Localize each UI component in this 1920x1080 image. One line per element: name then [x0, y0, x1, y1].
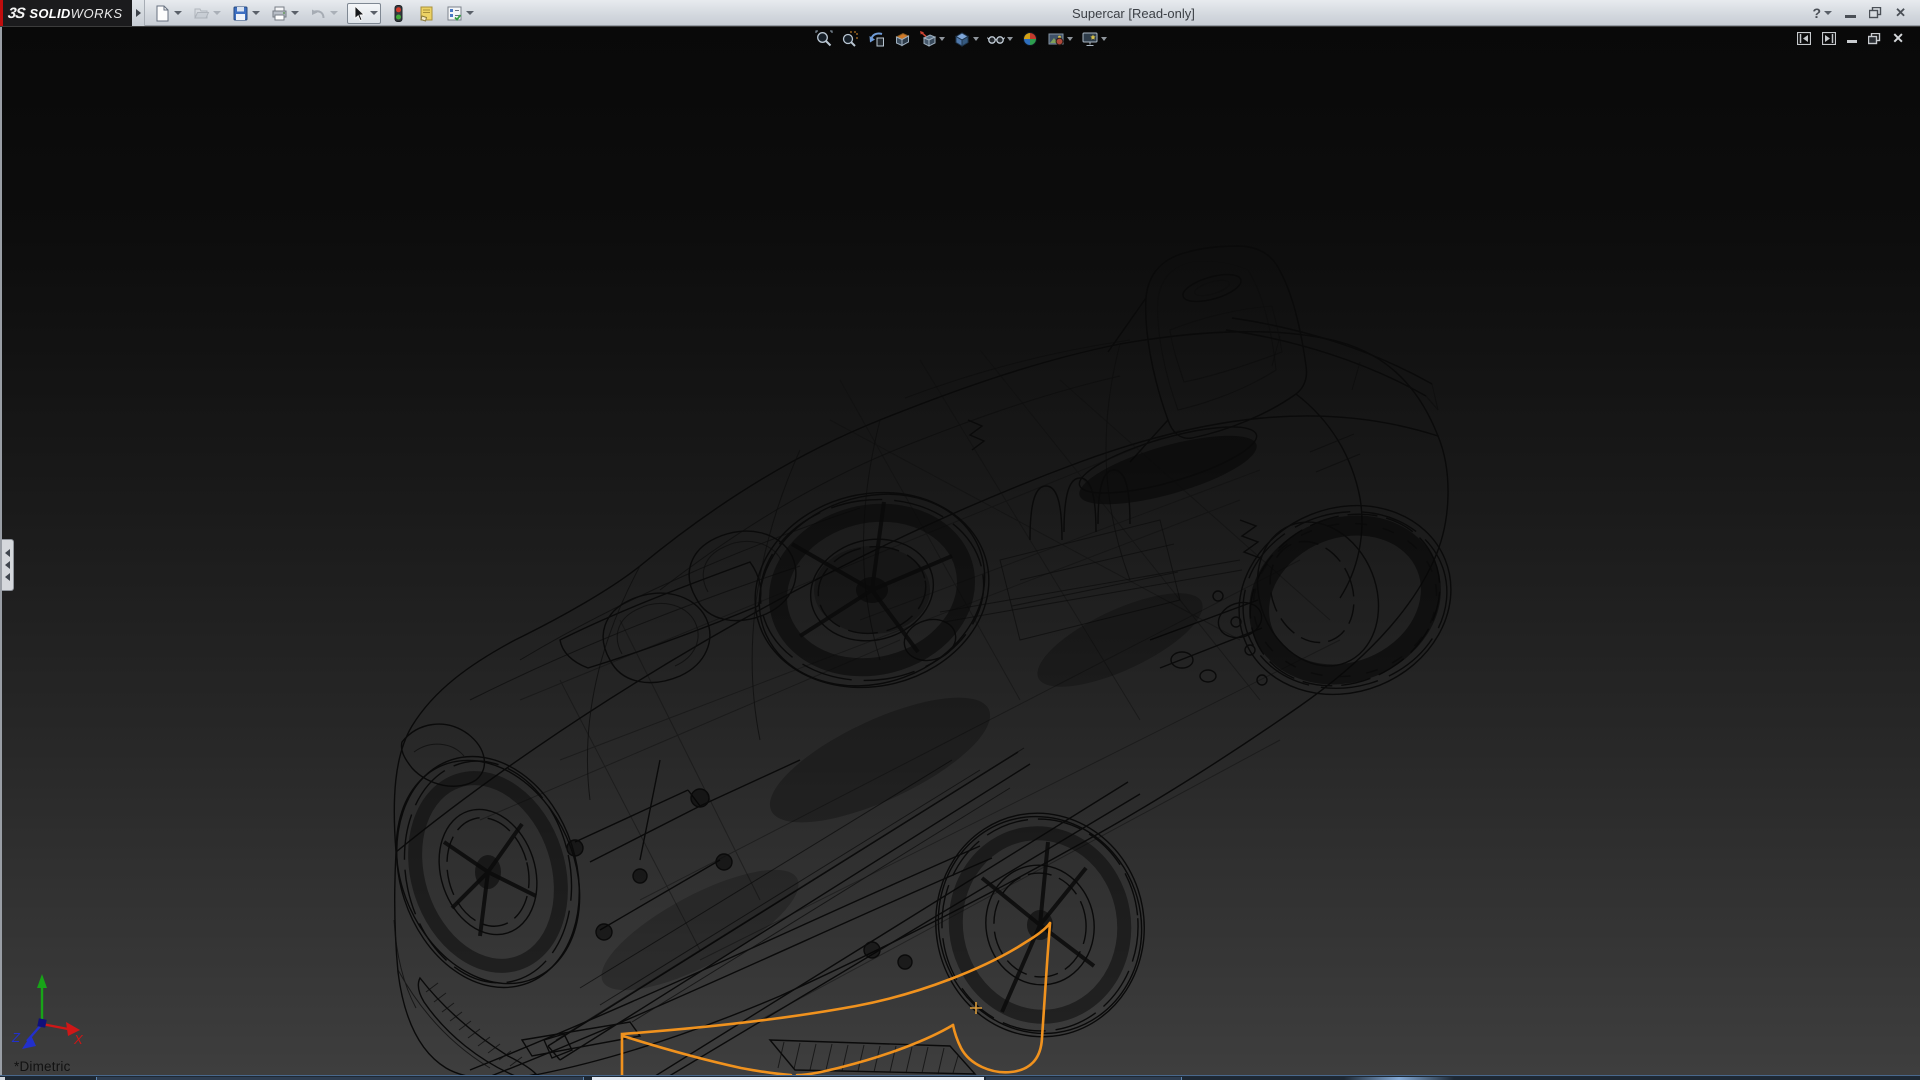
hide-show-items-button[interactable] [986, 29, 1014, 49]
dropdown-arrow-icon [1824, 11, 1832, 15]
select-button[interactable] [347, 3, 381, 24]
collapse-pane-left-button[interactable] [1797, 32, 1811, 45]
wheel-rear-left [913, 792, 1167, 1057]
view-settings-icon [1081, 30, 1099, 48]
graphics-viewport[interactable]: ✕ [0, 27, 1920, 1075]
undo-button[interactable] [308, 4, 340, 23]
view-orientation-label: *Dimetric [14, 1059, 71, 1074]
file-properties-button[interactable] [416, 4, 437, 23]
os-taskbar-edge[interactable] [0, 1075, 1920, 1080]
titlebar-controls: ? ✕ [1813, 0, 1906, 26]
view-orientation-button[interactable] [918, 29, 946, 49]
z-axis-label: Z [11, 1030, 21, 1045]
zoom-to-fit-button[interactable] [814, 29, 834, 49]
view-settings-button[interactable] [1080, 29, 1108, 49]
glasses-icon [987, 30, 1005, 48]
wheel-front-right [732, 463, 1012, 716]
x-axis-label: X [73, 1032, 84, 1047]
help-button[interactable]: ? [1813, 5, 1833, 21]
solidworks-logo: 3S SOLIDWORKS [0, 0, 132, 26]
dropdown-arrow-icon[interactable] [973, 37, 979, 41]
chevron-left-icon [5, 549, 10, 557]
open-button[interactable] [191, 4, 223, 23]
dropdown-arrow-icon[interactable] [1007, 37, 1013, 41]
display-style-icon [953, 30, 971, 48]
standard-toolbar [152, 0, 476, 26]
model-canvas[interactable]: X Z [2, 27, 1920, 1075]
dropdown-arrow-icon[interactable] [330, 11, 338, 15]
window-title: Supercar [Read-only] [1072, 6, 1195, 21]
brand-solid: SOLID [29, 6, 70, 21]
section-view-button[interactable] [892, 29, 912, 49]
previous-view-icon [867, 30, 885, 48]
dropdown-arrow-icon[interactable] [466, 11, 474, 15]
y-axis-arrow-icon [37, 974, 47, 988]
dropdown-arrow-icon[interactable] [252, 11, 260, 15]
dropdown-arrow-icon[interactable] [370, 11, 378, 15]
section-view-icon [893, 30, 911, 48]
view-orientation-icon [919, 30, 937, 48]
rebuild-button[interactable] [388, 4, 409, 23]
zoom-to-area-icon [841, 30, 859, 48]
print-button[interactable] [269, 4, 301, 23]
car-wireframe [362, 246, 1479, 1075]
dropdown-arrow-icon[interactable] [213, 11, 221, 15]
save-button[interactable] [230, 4, 262, 23]
chevron-left-icon [5, 573, 10, 581]
chevron-left-icon [5, 561, 10, 569]
dropdown-arrow-icon[interactable] [1101, 37, 1107, 41]
dropdown-arrow-icon[interactable] [174, 11, 182, 15]
open-icon [193, 5, 210, 22]
title-bar: 3S SOLIDWORKS [0, 0, 1920, 26]
headsup-view-toolbar [814, 29, 1108, 49]
options-icon [446, 5, 463, 22]
appearance-ball-icon [1021, 30, 1039, 48]
edit-appearance-button[interactable] [1020, 29, 1040, 49]
zoom-to-area-button[interactable] [840, 29, 860, 49]
apply-scene-button[interactable] [1046, 29, 1074, 49]
select-cursor-icon [350, 5, 367, 22]
doc-restore-button[interactable] [1868, 33, 1881, 45]
collapse-pane-right-button[interactable] [1822, 32, 1836, 45]
print-icon [271, 5, 288, 22]
sketch-point-marker [970, 1002, 982, 1014]
display-style-button[interactable] [952, 29, 980, 49]
traffic-light-icon [390, 5, 407, 22]
restore-button[interactable] [1869, 7, 1882, 19]
new-document-icon [154, 5, 171, 22]
options-button[interactable] [444, 4, 476, 23]
zoom-to-fit-icon [815, 30, 833, 48]
new-document-button[interactable] [152, 4, 184, 23]
ds-logo-icon: 3S [7, 5, 26, 22]
doc-minimize-button[interactable] [1847, 40, 1857, 43]
minimize-button[interactable] [1845, 15, 1856, 18]
solidworks-app: { "window_title": "Supercar [Read-only]"… [0, 0, 1920, 1080]
document-window-controls: ✕ [1797, 32, 1904, 45]
sill-hatch-band [770, 1040, 975, 1074]
chevron-right-icon [136, 9, 141, 17]
brand-works: WORKS [71, 6, 123, 21]
previous-view-button[interactable] [866, 29, 886, 49]
feature-pane-splitter-tab[interactable] [2, 539, 14, 591]
file-properties-icon [418, 5, 435, 22]
dropdown-arrow-icon[interactable] [291, 11, 299, 15]
dropdown-arrow-icon[interactable] [939, 37, 945, 41]
orientation-triad: X Z [11, 974, 84, 1049]
undo-icon [310, 5, 327, 22]
apply-scene-icon [1047, 30, 1065, 48]
menu-expand-button[interactable] [132, 0, 145, 26]
wheel-front-left [362, 731, 613, 1013]
dropdown-arrow-icon[interactable] [1067, 37, 1073, 41]
doc-close-button[interactable]: ✕ [1892, 32, 1904, 45]
save-icon [232, 5, 249, 22]
close-button[interactable]: ✕ [1895, 5, 1906, 21]
